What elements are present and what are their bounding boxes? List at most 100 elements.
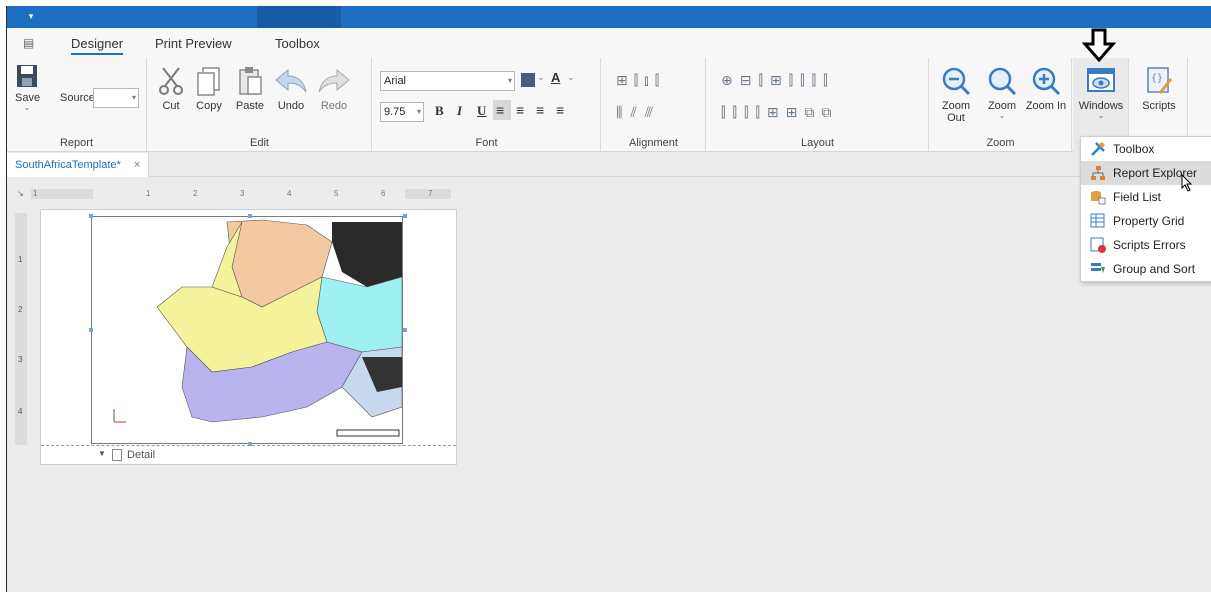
- font-group-label: Font: [475, 137, 498, 149]
- ruler-number: 1: [18, 255, 23, 264]
- copy-label: Copy: [196, 100, 222, 112]
- tab-toolbox[interactable]: Toolbox: [275, 36, 320, 51]
- ruler-number: 1: [33, 189, 38, 198]
- collapse-arrow-icon[interactable]: ▼: [98, 449, 106, 458]
- menu-item-property-grid[interactable]: Property Grid: [1081, 209, 1211, 233]
- align-center-icon[interactable]: ≡: [516, 102, 524, 118]
- layout-align-icons[interactable]: ⊕⊟⫿⊞⫿⫿⫿⫿: [721, 72, 835, 89]
- copy-button[interactable]: Copy: [192, 66, 226, 112]
- zoom-in-label: Zoom In: [1025, 100, 1067, 112]
- ruler-number: 4: [287, 189, 292, 198]
- group-sort-icon: [1091, 263, 1105, 273]
- cut-button[interactable]: Cut: [154, 66, 188, 112]
- redo-button[interactable]: Redo: [314, 66, 354, 112]
- tools-icon: [1091, 142, 1105, 156]
- align-right-icon[interactable]: ≡: [536, 102, 544, 118]
- document-tab[interactable]: SouthAfricaTemplate* ×: [7, 153, 150, 177]
- title-bar: ▾: [7, 6, 1211, 28]
- justify-icon[interactable]: ≡: [556, 102, 564, 118]
- application-menu-icon[interactable]: ▤: [23, 36, 41, 50]
- band-icon: [112, 449, 122, 461]
- zoom-out-button[interactable]: Zoom Out: [932, 66, 980, 124]
- windows-icon: [1087, 68, 1115, 92]
- save-button[interactable]: Save ⌄: [15, 64, 40, 112]
- hierarchy-icon: [1091, 166, 1105, 180]
- undo-button[interactable]: Undo: [272, 66, 310, 112]
- down-arrow-annotation-icon: [1081, 28, 1117, 63]
- source-combo[interactable]: ▾: [93, 88, 139, 108]
- chevron-down-icon: ▾: [131, 93, 136, 102]
- document-tab-strip: SouthAfricaTemplate* ×: [7, 153, 1211, 177]
- report-page[interactable]: ▼ Detail: [40, 209, 457, 465]
- resize-handle[interactable]: [89, 328, 93, 332]
- alignment-group-label: Alignment: [629, 137, 678, 149]
- app-window: ▾ ▤ Designer Print Preview Toolbox Save …: [6, 6, 1211, 592]
- ruler-number: 3: [240, 189, 245, 198]
- vertical-ruler: 1 2 3 4: [15, 213, 27, 445]
- quick-access-dropdown[interactable]: ▾: [7, 6, 55, 28]
- highlight-color-icon[interactable]: [521, 73, 535, 87]
- menu-item-group-and-sort[interactable]: Group and Sort: [1081, 257, 1211, 281]
- align-to-grid-icon[interactable]: ⊞⫿⫾⫿: [616, 72, 665, 89]
- paste-label: Paste: [235, 100, 265, 112]
- font-size-combo[interactable]: 9.75 ▾: [380, 102, 424, 122]
- edit-group-label: Edit: [250, 137, 269, 149]
- zoom-out-label: Zoom Out: [941, 100, 971, 124]
- title-bar-highlight: [257, 6, 341, 28]
- redo-icon: [318, 68, 350, 93]
- scripts-button[interactable]: {} Scripts: [1136, 66, 1182, 112]
- menu-item-scripts-errors[interactable]: Scripts Errors: [1081, 233, 1211, 257]
- ruler-number: 2: [18, 305, 23, 314]
- italic-button[interactable]: I: [457, 103, 462, 119]
- zoom-group-label: Zoom: [986, 137, 1015, 149]
- font-name-combo[interactable]: Arial ▾: [380, 71, 515, 91]
- scripts-icon: {}: [1147, 67, 1172, 94]
- align-left-icon: ≡: [496, 102, 505, 118]
- chevron-down-icon[interactable]: ⌄: [567, 72, 575, 83]
- font-size-value: 9.75: [384, 106, 406, 118]
- detail-band[interactable]: ▼ Detail: [41, 445, 456, 465]
- layout-group-label: Layout: [800, 137, 835, 149]
- menu-item-label: Toolbox: [1113, 142, 1155, 156]
- paste-button[interactable]: Paste: [232, 66, 268, 112]
- script-error-icon: [1090, 237, 1106, 253]
- size-to-grid-icon[interactable]: ⫼⫽⫻: [616, 104, 661, 121]
- undo-icon: [275, 68, 307, 93]
- ribbon-tab-strip: ▤ Designer Print Preview Toolbox: [7, 28, 1211, 58]
- resize-handle[interactable]: [403, 328, 407, 332]
- ruler-number: 5: [334, 189, 339, 198]
- windows-button[interactable]: Windows ⌄: [1076, 66, 1126, 120]
- font-color-icon[interactable]: A: [551, 70, 560, 85]
- bold-button[interactable]: B: [435, 103, 444, 119]
- ruler-number: 7: [428, 189, 433, 198]
- menu-item-toolbox[interactable]: Toolbox: [1081, 137, 1211, 161]
- resize-handle[interactable]: [89, 214, 93, 218]
- svg-text:{}: {}: [1151, 73, 1163, 84]
- tab-designer[interactable]: Designer: [71, 36, 124, 55]
- tab-print-preview[interactable]: Print Preview: [155, 36, 232, 51]
- resize-handle[interactable]: [403, 214, 407, 218]
- chevron-down-icon: ⌄: [1097, 111, 1105, 120]
- underline-button[interactable]: U: [477, 103, 486, 119]
- ruler-number: 2: [193, 189, 198, 198]
- picture-box[interactable]: [91, 216, 403, 444]
- font-group: Arial ▾ ⌄ A ⌄ 9.75 ▾ B I U ≡ ≡ ≡ ≡ Font: [373, 58, 601, 152]
- layout-group: ⊕⊟⫿⊞⫿⫿⫿⫿ ⫿⫿⫿⫿⊞⊞⧉⧉ Layout: [707, 58, 929, 152]
- zoom-button[interactable]: Zoom ⌄: [982, 66, 1022, 120]
- paste-icon: [239, 67, 262, 95]
- ruler-number: 6: [381, 189, 386, 198]
- copy-icon: [197, 67, 220, 96]
- alignment-group: ⊞⫿⫾⫿ ⫼⫽⫻ Alignment: [602, 58, 706, 152]
- property-grid-icon: [1090, 213, 1105, 228]
- document-tab-title: SouthAfricaTemplate*: [15, 159, 121, 171]
- layout-spacing-icons[interactable]: ⫿⫿⫿⫿⊞⊞⧉⧉: [721, 104, 838, 121]
- menu-item-label: Group and Sort: [1113, 262, 1196, 276]
- save-icon: [17, 65, 37, 87]
- south-africa-map-image: [113, 219, 403, 437]
- close-icon[interactable]: ×: [134, 159, 140, 171]
- zoom-in-button[interactable]: Zoom In: [1024, 66, 1068, 112]
- report-group-label: Report: [59, 137, 94, 149]
- chevron-down-icon[interactable]: ⌄: [537, 72, 545, 83]
- resize-handle[interactable]: [248, 214, 252, 218]
- report-group: Save ⌄ Source ▾ Report: [7, 58, 147, 152]
